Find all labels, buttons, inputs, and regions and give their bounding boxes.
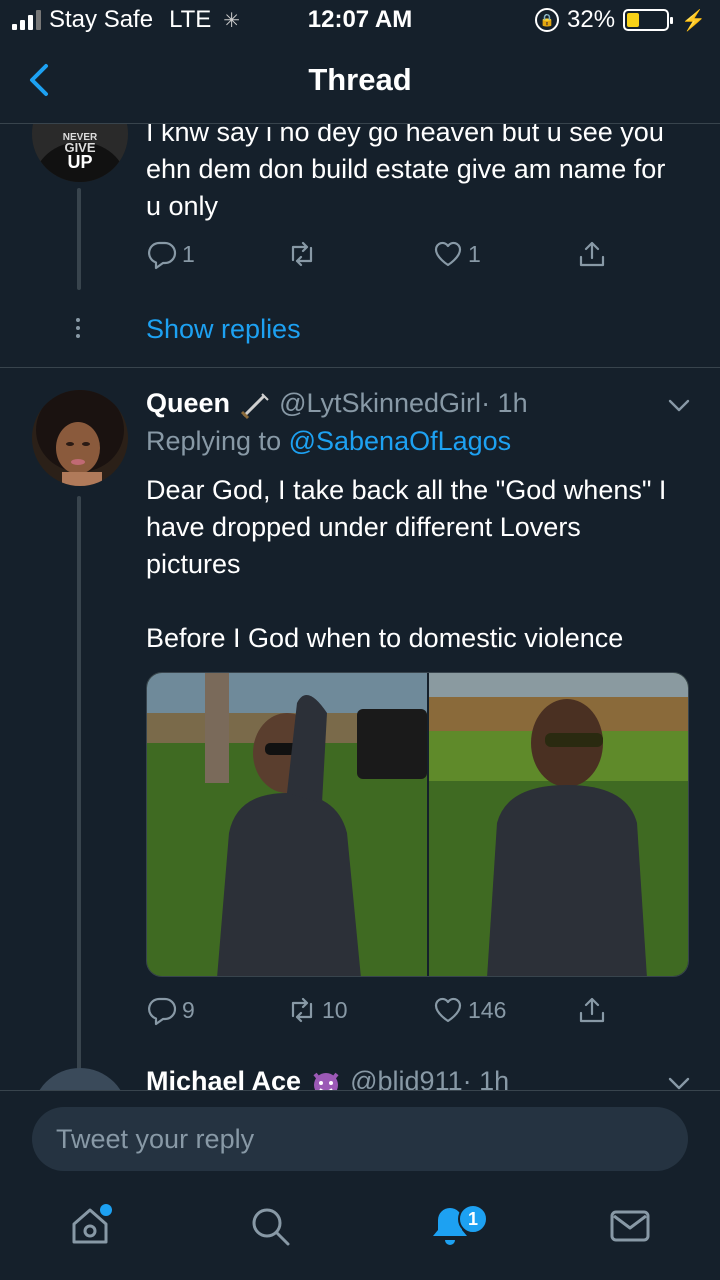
retweet-icon <box>291 241 313 267</box>
timestamp: · 1h <box>481 388 528 418</box>
reply-icon <box>148 241 177 270</box>
wand-icon <box>238 390 272 420</box>
thread-line <box>77 496 81 1090</box>
page-title: Thread <box>308 62 412 97</box>
new-content-dot <box>100 1204 112 1216</box>
like-button[interactable]: 1 <box>432 238 481 270</box>
share-button[interactable] <box>576 238 608 270</box>
tweet-text: Before I God when to domestic violence <box>146 623 624 653</box>
retweet-count: 10 <box>322 996 348 1023</box>
share-icon <box>579 997 605 1023</box>
like-count: 146 <box>468 996 507 1023</box>
like-count: 1 <box>468 240 481 267</box>
display-name[interactable]: Michael Ace <box>146 1066 301 1090</box>
thread-feed[interactable]: NEVER GIVE UP I knw say i no dey go heav… <box>0 124 720 1090</box>
battery-percent: 32% <box>567 6 616 33</box>
chevron-down-icon[interactable] <box>666 1070 692 1090</box>
tweet-text: Dear God, I take back all the "God whens… <box>146 475 667 579</box>
reply-count: 1 <box>182 240 195 267</box>
tweet-header: Michael Ace @blid911· 1h <box>146 1066 509 1090</box>
charging-icon: ⚡ <box>681 9 706 32</box>
tweet-header: Queen @LytSkinnedGirl· 1h <box>146 388 528 420</box>
reply-input[interactable]: Tweet your reply <box>32 1107 688 1171</box>
show-replies-link[interactable]: Show replies <box>146 314 301 345</box>
divider <box>0 367 720 368</box>
avatar[interactable] <box>32 390 128 486</box>
svg-text:UP: UP <box>67 152 92 172</box>
share-icon <box>579 241 605 267</box>
reply-icon <box>148 997 177 1026</box>
reply-bar: Tweet your reply <box>0 1090 720 1190</box>
avatar[interactable]: NEVER GIVE UP <box>32 124 128 182</box>
mention-link[interactable]: @SabenaOfLagos <box>289 426 512 456</box>
devil-emoji-icon <box>309 1068 343 1090</box>
tweet-actions: 1 1 <box>146 238 626 278</box>
reply-button[interactable]: 9 <box>146 994 195 1026</box>
thread-line <box>77 188 81 290</box>
reply-button[interactable]: 1 <box>146 238 195 270</box>
retweet-icon <box>291 997 313 1023</box>
handle[interactable]: @blid911 <box>350 1066 462 1090</box>
reply-count: 9 <box>182 996 195 1023</box>
tweet-text: I knw say i no dey go heaven but u see y… <box>146 124 666 221</box>
more-dots-icon <box>76 318 82 342</box>
search-icon[interactable] <box>248 1204 292 1248</box>
like-button[interactable]: 146 <box>432 994 506 1026</box>
nav-header: Thread <box>0 40 720 124</box>
tweet-image[interactable] <box>146 672 689 977</box>
share-button[interactable] <box>576 994 608 1026</box>
heart-icon <box>434 997 462 1023</box>
battery-icon <box>623 9 674 31</box>
rotation-lock-icon: 🔒 <box>535 8 560 32</box>
messages-icon[interactable] <box>608 1204 652 1248</box>
chevron-down-icon[interactable] <box>666 392 692 418</box>
timestamp: · 1h <box>462 1066 510 1090</box>
retweet-button[interactable] <box>286 238 318 270</box>
avatar[interactable] <box>32 1068 128 1090</box>
notification-badge: 1 <box>458 1204 488 1234</box>
heart-icon <box>434 241 462 267</box>
status-bar: Stay Safe LTE ✳ 12:07 AM 🔒 32% ⚡ <box>0 0 720 40</box>
display-name[interactable]: Queen <box>146 388 230 418</box>
handle[interactable]: @LytSkinnedGirl <box>279 388 481 418</box>
tweet-actions: 9 10 146 <box>146 994 626 1034</box>
retweet-button[interactable]: 10 <box>286 994 348 1026</box>
replying-to: Replying to @SabenaOfLagos <box>146 426 512 456</box>
